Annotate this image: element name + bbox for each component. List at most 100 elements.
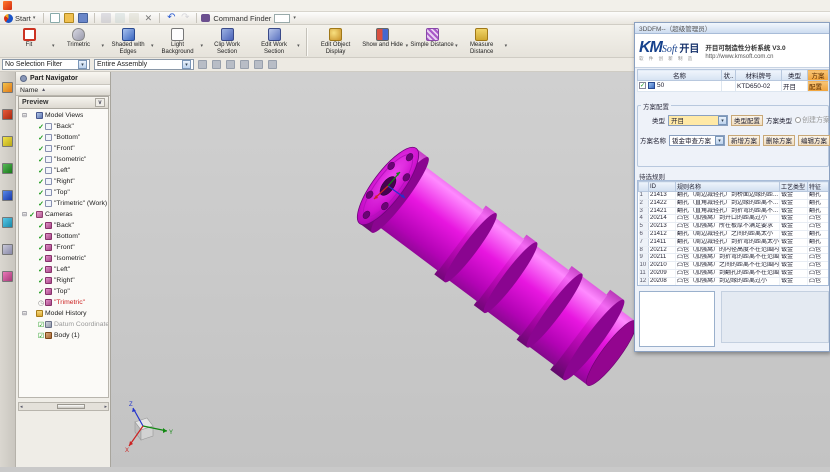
rule-row[interactable]: 9 20211 凸包（加强窝）到折弯的距离不在范围内 钣金 凸包 <box>639 254 830 262</box>
rule-row[interactable]: 3 21421 翻孔（直角减轻孔）到折弯的距离不... 钣金 翻孔 <box>639 207 830 215</box>
col-index[interactable] <box>639 182 649 192</box>
toolbar-button[interactable]: Clip Work Section <box>204 27 250 56</box>
checkmark-icon[interactable]: ✓ <box>37 277 45 285</box>
checkmark-icon[interactable]: ✓ <box>37 134 45 142</box>
command-finder[interactable]: Command Finder ▾ <box>201 14 295 23</box>
col-rule-name[interactable]: 规则名称 <box>676 182 780 192</box>
rule-row[interactable]: 6 21412 翻孔（周边减轻孔）之间的距离太小 钣金 翻孔 <box>639 230 830 238</box>
pin-icon[interactable] <box>20 75 27 82</box>
chevron-down-icon[interactable]: ▾ <box>102 43 105 49</box>
chevron-down-icon[interactable]: ▾ <box>406 43 409 49</box>
toolbar-button[interactable]: Simple Distance <box>409 27 455 56</box>
view-triad[interactable]: Z Y X <box>125 402 173 454</box>
rule-row[interactable]: 7 21411 翻孔（周边减轻孔）到折弯的距离太小 钣金 翻孔 <box>639 238 830 246</box>
tree-item[interactable]: ✓ "Right" <box>19 176 108 187</box>
rule-row[interactable]: 8 20212 凸包（加强窝）的内径高度不在范围内 钣金 凸包 <box>639 246 830 254</box>
checkmark-icon[interactable]: ✓ <box>37 233 45 241</box>
command-finder-input[interactable] <box>274 14 290 23</box>
checkmark-icon[interactable]: ◷ <box>37 299 45 307</box>
tree-item[interactable]: ✓ "Bottom" <box>19 231 108 242</box>
hd3d-tools-icon[interactable] <box>2 190 13 201</box>
rule-row[interactable]: 10 20210 凸包（加强窝）之间的距离不在范围内 钣金 凸包 <box>639 262 830 270</box>
part-navigator-icon[interactable] <box>2 136 13 147</box>
open-file-icon[interactable] <box>64 13 74 23</box>
checkmark-icon[interactable]: ✓ <box>37 244 45 252</box>
expander-icon[interactable]: ⊟ <box>21 112 28 119</box>
part-checkbox[interactable]: ✓ <box>639 82 646 89</box>
tree-item[interactable]: ✓ "Bottom" <box>19 132 108 143</box>
checkmark-icon[interactable]: ☑ <box>37 321 45 329</box>
checkmark-icon[interactable]: ✓ <box>37 189 45 197</box>
tree-item[interactable]: ☑ Body (1) <box>19 330 108 341</box>
tree-item[interactable]: ✓ "Back" <box>19 220 108 231</box>
checkmark-icon[interactable]: ✓ <box>37 178 45 186</box>
tree-item[interactable]: ✓ "Trimetric" (Work) <box>19 198 108 209</box>
checkmark-icon[interactable]: ✓ <box>37 222 45 230</box>
toolbar-button[interactable]: Measure Distance <box>459 27 505 56</box>
checkmark-icon[interactable]: ✓ <box>37 156 45 164</box>
horizontal-scrollbar[interactable]: ◂ ▸ <box>18 402 109 411</box>
tree-item[interactable]: ✓ "Top" <box>19 286 108 297</box>
scrollbar-thumb[interactable] <box>57 404 85 409</box>
chevron-down-icon[interactable]: ▾ <box>297 43 300 49</box>
selection-filter-dropdown[interactable]: No Selection Filter ▾ <box>2 59 90 70</box>
col-id[interactable]: ID <box>649 182 676 192</box>
col-status[interactable]: 状.. <box>722 70 736 81</box>
checkmark-icon[interactable]: ✓ <box>37 145 45 153</box>
col-type[interactable]: 类型 <box>782 70 808 81</box>
chevron-down-icon[interactable]: ∨ <box>95 98 105 107</box>
delete-icon[interactable]: ✕ <box>143 13 153 23</box>
chevron-down-icon[interactable]: ▾ <box>455 43 458 49</box>
highlight-selection-icon[interactable] <box>198 60 207 69</box>
checkmark-icon[interactable]: ✓ <box>37 255 45 263</box>
toolbar-button[interactable]: Shaded with Edges <box>105 27 151 56</box>
panel-title-bar[interactable]: 3DDFM--（超级管理员） <box>635 23 829 34</box>
toolbar-button[interactable]: Edit Object Display <box>313 27 359 56</box>
toolbar-button[interactable]: Light Background <box>155 27 201 56</box>
roles-icon[interactable] <box>2 271 13 282</box>
tree-item[interactable]: ⊟ Model History <box>19 308 108 319</box>
rule-row[interactable]: 1 21413 翻孔（周边减轻孔）到桥面边缘的距... 钣金 翻孔 <box>639 192 830 200</box>
edit-scheme-button[interactable]: 编辑方案 <box>798 135 830 146</box>
expander-icon[interactable]: ⊟ <box>21 211 28 218</box>
rule-row[interactable]: 13 21410 翻孔（周边减轻孔）的设计不符合标准 钣金 翻孔 <box>639 285 830 286</box>
reuse-library-icon[interactable] <box>2 163 13 174</box>
part-row[interactable]: ✓50 KTD650-02 开目 配置 <box>638 81 829 92</box>
delete-scheme-button[interactable]: 删除方案 <box>763 135 795 146</box>
selection-scope-dropdown[interactable]: Entire Assembly ▾ <box>94 59 194 70</box>
col-scheme[interactable]: 方案 <box>808 70 829 81</box>
checkmark-icon[interactable]: ☑ <box>37 332 45 340</box>
checkmark-icon[interactable]: ✓ <box>37 266 45 274</box>
tree-item[interactable]: ◷ "Trimetric" <box>19 297 108 308</box>
checkmark-icon[interactable]: ✓ <box>28 211 36 219</box>
tree-item[interactable]: ☑ Datum Coordinate <box>19 319 108 330</box>
checkmark-icon[interactable]: ✓ <box>37 288 45 296</box>
tree-item[interactable]: ✓ "Left" <box>19 264 108 275</box>
rule-row[interactable]: 4 20214 凸包（加强窝）到开口的距离过小 钣金 凸包 <box>639 215 830 223</box>
assembly-navigator-icon[interactable] <box>2 82 13 93</box>
col-name[interactable]: 名称 <box>638 70 722 81</box>
scroll-right-icon[interactable]: ▸ <box>104 404 107 410</box>
tree-item[interactable]: ✓ "Front" <box>19 143 108 154</box>
undo-icon[interactable]: ↶ <box>166 13 176 23</box>
collapsed-panel-header[interactable]: Preview ∨ <box>18 96 109 109</box>
rules-table-container[interactable]: ID 规则名称 工艺类型 特征 1 21413 翻孔（周边减轻孔）到桥面边缘的距… <box>637 180 829 286</box>
select-curve-icon[interactable] <box>212 60 221 69</box>
rule-row[interactable]: 12 20208 凸包（加强窝）到边缘的距离过小 钣金 凸包 <box>639 277 830 285</box>
start-button[interactable]: Start ▾ <box>0 14 39 23</box>
tree-item[interactable]: ✓ "Left" <box>19 165 108 176</box>
checkmark-icon[interactable]: ✓ <box>37 200 45 208</box>
create-scheme-radio[interactable]: 创建方案 <box>795 115 830 125</box>
configure-button[interactable]: 配置 <box>808 81 829 92</box>
new-file-icon[interactable] <box>50 13 60 23</box>
toolbar-button[interactable]: Edit Work Section <box>251 27 297 56</box>
chevron-down-icon[interactable]: ▾ <box>151 43 154 49</box>
chevron-down-icon[interactable]: ▾ <box>52 43 55 49</box>
select-face-icon[interactable] <box>240 60 249 69</box>
type-config-button[interactable]: 类型配置 <box>731 115 763 126</box>
rule-row[interactable]: 2 21422 翻孔（直角减轻孔）到边缘的距离不... 钣金 翻孔 <box>639 199 830 207</box>
chevron-down-icon[interactable]: ▾ <box>201 43 204 49</box>
toolbar-button[interactable]: Fit <box>6 27 52 56</box>
checkmark-icon[interactable]: ✓ <box>37 123 45 131</box>
tree-item[interactable]: ✓ "Back" <box>19 121 108 132</box>
